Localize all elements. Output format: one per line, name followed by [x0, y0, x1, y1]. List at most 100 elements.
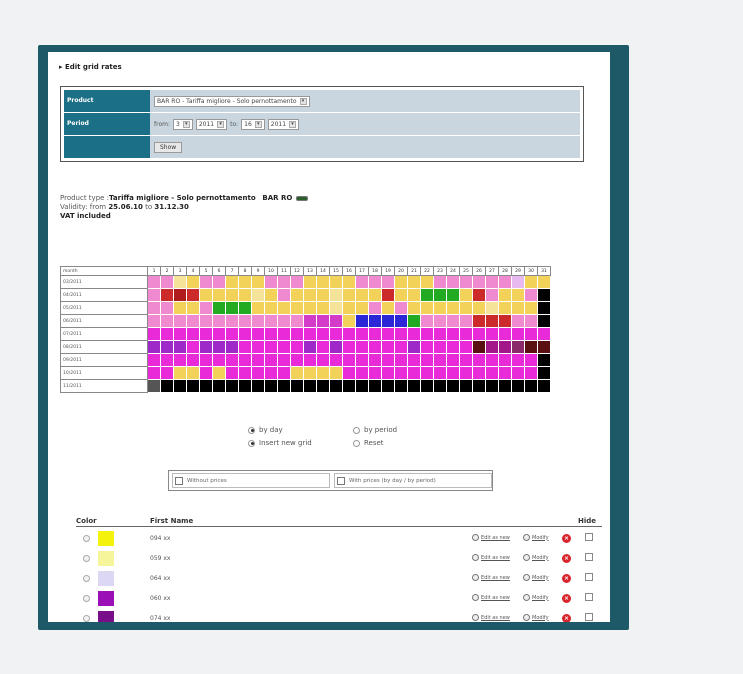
insert-new-grid-radio[interactable]: Insert new grid [248, 439, 353, 447]
grid-cell[interactable] [524, 327, 538, 341]
grid-cell[interactable] [407, 366, 421, 380]
grid-cell[interactable] [316, 314, 330, 328]
grid-cell[interactable] [446, 379, 460, 393]
grid-cell[interactable] [537, 379, 551, 393]
grid-cell[interactable] [225, 366, 239, 380]
grid-cell[interactable] [238, 353, 252, 367]
grid-cell[interactable] [355, 288, 369, 302]
grid-cell[interactable] [251, 366, 265, 380]
grid-cell[interactable] [407, 379, 421, 393]
grid-cell[interactable] [225, 340, 239, 354]
grid-cell[interactable] [160, 301, 174, 315]
grid-cell[interactable] [472, 327, 486, 341]
grid-cell[interactable] [264, 379, 278, 393]
grid-cell[interactable] [485, 301, 499, 315]
grid-cell[interactable] [147, 379, 161, 393]
grid-cell[interactable] [290, 314, 304, 328]
grid-cell[interactable] [316, 327, 330, 341]
grid-cell[interactable] [199, 314, 213, 328]
grid-cell[interactable] [407, 301, 421, 315]
grid-cell[interactable] [238, 275, 252, 289]
grid-cell[interactable] [472, 340, 486, 354]
grid-cell[interactable] [173, 340, 187, 354]
grid-cell[interactable] [342, 340, 356, 354]
grid-cell[interactable] [420, 327, 434, 341]
grid-cell[interactable] [394, 340, 408, 354]
grid-cell[interactable] [498, 288, 512, 302]
grid-cell[interactable] [212, 301, 226, 315]
grid-cell[interactable] [524, 340, 538, 354]
grid-cell[interactable] [407, 314, 421, 328]
grid-cell[interactable] [329, 288, 343, 302]
grid-cell[interactable] [537, 340, 551, 354]
grid-cell[interactable] [251, 353, 265, 367]
grid-cell[interactable] [394, 301, 408, 315]
grid-cell[interactable] [212, 340, 226, 354]
grid-cell[interactable] [329, 327, 343, 341]
grid-cell[interactable] [212, 327, 226, 341]
modify-link[interactable]: Modify [523, 554, 549, 561]
grid-cell[interactable] [186, 314, 200, 328]
grid-cell[interactable] [355, 366, 369, 380]
grid-cell[interactable] [459, 340, 473, 354]
grid-cell[interactable] [446, 366, 460, 380]
grid-cell[interactable] [251, 275, 265, 289]
grid-cell[interactable] [329, 366, 343, 380]
grid-cell[interactable] [186, 366, 200, 380]
grid-cell[interactable] [303, 379, 317, 393]
grid-cell[interactable] [212, 314, 226, 328]
grid-cell[interactable] [355, 379, 369, 393]
grid-cell[interactable] [264, 340, 278, 354]
grid-cell[interactable] [303, 353, 317, 367]
grid-cell[interactable] [368, 379, 382, 393]
grid-cell[interactable] [394, 353, 408, 367]
grid-cell[interactable] [381, 353, 395, 367]
grid-cell[interactable] [147, 288, 161, 302]
grid-cell[interactable] [394, 366, 408, 380]
select-radio[interactable] [83, 575, 90, 582]
grid-cell[interactable] [290, 327, 304, 341]
grid-cell[interactable] [394, 314, 408, 328]
grid-cell[interactable] [290, 275, 304, 289]
grid-cell[interactable] [225, 327, 239, 341]
grid-cell[interactable] [446, 314, 460, 328]
grid-cell[interactable] [316, 288, 330, 302]
delete-icon[interactable]: × [562, 614, 571, 622]
grid-cell[interactable] [329, 275, 343, 289]
grid-cell[interactable] [160, 275, 174, 289]
grid-cell[interactable] [498, 340, 512, 354]
grid-cell[interactable] [290, 301, 304, 315]
grid-cell[interactable] [537, 275, 551, 289]
product-select[interactable]: BAR RO - Tariffa migliore - Solo pernott… [154, 95, 310, 107]
grid-cell[interactable] [303, 327, 317, 341]
grid-cell[interactable] [407, 327, 421, 341]
grid-cell[interactable] [485, 314, 499, 328]
grid-cell[interactable] [316, 301, 330, 315]
grid-cell[interactable] [446, 340, 460, 354]
grid-cell[interactable] [316, 379, 330, 393]
grid-cell[interactable] [472, 353, 486, 367]
grid-cell[interactable] [329, 340, 343, 354]
grid-cell[interactable] [212, 379, 226, 393]
grid-cell[interactable] [264, 366, 278, 380]
grid-cell[interactable] [498, 379, 512, 393]
grid-cell[interactable] [277, 366, 291, 380]
grid-cell[interactable] [173, 301, 187, 315]
grid-cell[interactable] [420, 366, 434, 380]
grid-cell[interactable] [420, 288, 434, 302]
grid-cell[interactable] [420, 275, 434, 289]
grid-cell[interactable] [446, 301, 460, 315]
checkbox[interactable] [175, 476, 183, 485]
select-radio[interactable] [83, 595, 90, 602]
edit-as-new-link[interactable]: Edit as new [472, 614, 510, 621]
grid-cell[interactable] [264, 327, 278, 341]
grid-cell[interactable] [160, 314, 174, 328]
grid-cell[interactable] [290, 353, 304, 367]
grid-cell[interactable] [290, 340, 304, 354]
grid-cell[interactable] [147, 327, 161, 341]
grid-cell[interactable] [420, 340, 434, 354]
grid-cell[interactable] [303, 275, 317, 289]
grid-cell[interactable] [355, 340, 369, 354]
grid-cell[interactable] [212, 288, 226, 302]
grid-cell[interactable] [433, 301, 447, 315]
